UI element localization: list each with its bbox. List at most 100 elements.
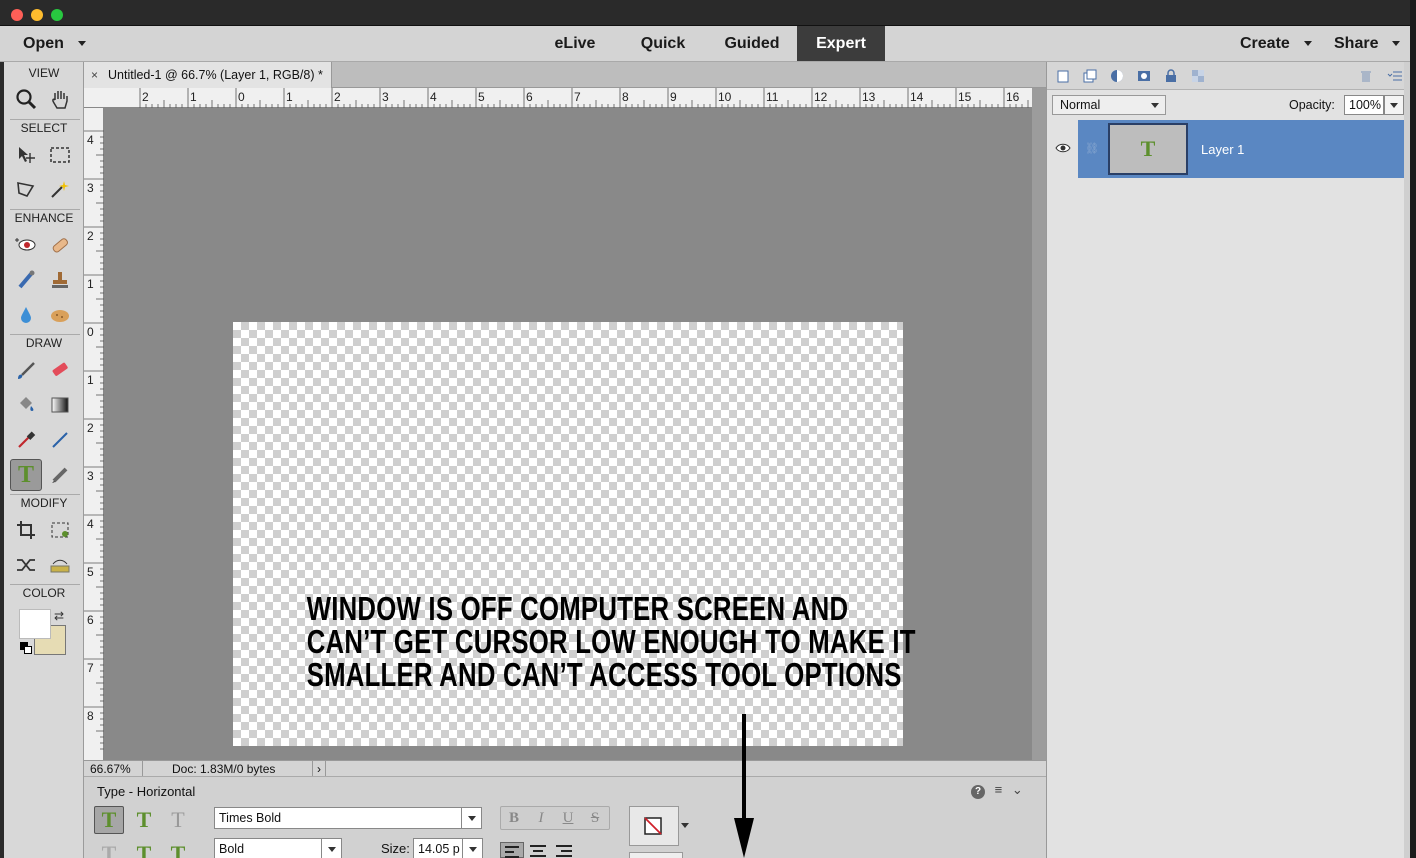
swap-colors-icon[interactable]: ⇄ <box>54 609 64 623</box>
new-layer-icon[interactable] <box>1055 68 1071 84</box>
align-center-button[interactable] <box>526 842 550 858</box>
text-on-selection-button[interactable]: T <box>129 840 159 858</box>
gradient-tool[interactable] <box>44 389 76 421</box>
ruler-label: 11 <box>766 90 779 104</box>
zoom-tool[interactable] <box>10 83 42 115</box>
text-color-dropdown-icon[interactable] <box>681 823 689 828</box>
eye-icon <box>15 238 36 251</box>
line-tool[interactable] <box>44 424 76 456</box>
open-menu[interactable]: Open <box>23 26 86 61</box>
content-aware-move-tool[interactable] <box>10 549 42 581</box>
document-scrollbar[interactable] <box>1032 88 1046 760</box>
strikethrough-button[interactable]: S <box>582 807 608 829</box>
healing-brush-tool[interactable] <box>44 229 76 261</box>
horizontal-type-button[interactable]: T <box>94 806 124 834</box>
sponge-tool[interactable] <box>44 299 76 331</box>
eyedropper-tool[interactable] <box>10 424 42 456</box>
minimize-window-button[interactable] <box>31 9 43 21</box>
default-colors-icon[interactable] <box>20 642 32 654</box>
pencil-tool[interactable] <box>44 459 76 491</box>
collapse-panel-icon[interactable]: ⌄ <box>1012 782 1023 797</box>
document-tab-title: Untitled-1 @ 66.7% (Layer 1, RGB/8) * <box>108 68 323 82</box>
ruler-label: 5 <box>87 565 94 579</box>
tab-guided[interactable]: Guided <box>709 26 795 61</box>
panel-menu-icon[interactable]: ≡ <box>995 782 1003 797</box>
zoom-window-button[interactable] <box>51 9 63 21</box>
chevron-down-icon <box>462 839 482 858</box>
canvas-text-line: CAN’T GET CURSOR LOW ENOUGH TO MAKE IT <box>306 623 916 660</box>
font-size-select[interactable]: 14.05 p <box>413 838 483 858</box>
leading-field[interactable] <box>629 852 683 858</box>
font-style-select[interactable]: Bold <box>214 838 342 858</box>
section-draw-label: DRAW <box>25 336 63 350</box>
marquee-tool[interactable] <box>44 139 76 171</box>
tab-quick[interactable]: Quick <box>621 26 705 61</box>
share-menu[interactable]: Share <box>1334 26 1401 61</box>
image-canvas[interactable]: WINDOW IS OFF COMPUTER SCREEN AND CAN’T … <box>233 322 916 746</box>
close-tab-icon[interactable]: × <box>91 62 98 88</box>
ruler-label: 3 <box>87 181 94 195</box>
hand-tool[interactable] <box>44 83 76 115</box>
vertical-type-button[interactable]: T <box>129 806 159 834</box>
opacity-dropdown-button[interactable] <box>1384 95 1404 115</box>
underline-button[interactable]: U <box>555 807 581 829</box>
create-menu[interactable]: Create <box>1240 26 1312 61</box>
eraser-tool[interactable] <box>44 354 76 386</box>
toolbox: VIEW SELECT ENHANCE DRAW T MODIFY COLOR … <box>4 62 84 858</box>
canvas-text-layer[interactable]: WINDOW IS OFF COMPUTER SCREEN AND CAN’T … <box>306 592 916 691</box>
tab-elive[interactable]: eLive <box>533 26 617 61</box>
crop-tool[interactable] <box>10 514 42 546</box>
brush-tool[interactable] <box>10 354 42 386</box>
layer-mask-icon[interactable] <box>1136 68 1152 84</box>
type-mask-button[interactable]: T <box>163 806 193 834</box>
line-icon <box>52 432 68 448</box>
move-tool[interactable] <box>10 139 42 171</box>
ruler-label: 2 <box>87 229 94 243</box>
layer-row-layer-1[interactable]: T Layer 1 <box>1078 120 1404 178</box>
ruler-label: 16 <box>1006 90 1020 104</box>
opacity-input[interactable]: 100% <box>1344 95 1384 115</box>
layer-visibility-eye-icon[interactable] <box>1055 142 1071 157</box>
align-left-button[interactable] <box>500 842 524 858</box>
type-tool[interactable]: T <box>10 459 42 491</box>
close-window-button[interactable] <box>11 9 23 21</box>
ruler-label: 1 <box>286 90 293 104</box>
section-enhance-label: ENHANCE <box>14 211 74 225</box>
smart-brush-tool[interactable] <box>10 264 42 296</box>
paint-bucket-tool[interactable] <box>10 389 42 421</box>
lock-all-icon[interactable] <box>1163 68 1179 84</box>
lock-transparency-icon[interactable] <box>1190 68 1206 84</box>
tab-expert[interactable]: Expert <box>797 26 885 61</box>
horizontal-type-mask-button[interactable]: T <box>94 840 124 858</box>
font-family-select[interactable]: Times Bold <box>214 807 482 829</box>
blend-mode-select[interactable]: Normal <box>1052 95 1166 115</box>
help-icon[interactable]: ? <box>971 785 985 799</box>
italic-button[interactable]: I <box>528 807 554 829</box>
red-eye-tool[interactable] <box>10 229 42 261</box>
lasso-tool[interactable] <box>10 173 42 205</box>
blur-tool[interactable] <box>10 299 42 331</box>
foreground-color-swatch[interactable] <box>19 609 51 639</box>
chevron-down-icon <box>1392 41 1401 47</box>
text-on-path-button[interactable]: T <box>163 840 193 858</box>
recompose-tool[interactable] <box>44 514 76 546</box>
document-tab[interactable]: × Untitled-1 @ 66.7% (Layer 1, RGB/8) * <box>84 62 332 88</box>
layer-link-icon[interactable]: ⛓ <box>1085 142 1099 155</box>
size-label: Size: <box>381 841 410 856</box>
clone-stamp-tool[interactable] <box>44 264 76 296</box>
bold-button[interactable]: B <box>501 807 527 829</box>
magic-wand-tool[interactable] <box>44 173 76 205</box>
font-style-value: Bold <box>219 842 245 856</box>
zoom-level[interactable]: 66.67% <box>90 761 131 777</box>
align-right-button[interactable] <box>552 842 576 858</box>
new-group-icon[interactable] <box>1082 68 1098 84</box>
panel-menu-icon[interactable] <box>1387 68 1403 84</box>
layer-thumbnail: T <box>1108 123 1188 175</box>
adjustment-layer-icon[interactable] <box>1109 68 1125 84</box>
delete-layer-icon[interactable] <box>1358 68 1374 84</box>
straighten-tool[interactable] <box>44 549 76 581</box>
gradient-icon <box>51 397 69 413</box>
move-icon <box>19 147 35 163</box>
status-menu-arrow-icon[interactable]: › <box>312 761 326 777</box>
text-color-swatch[interactable] <box>629 806 679 846</box>
